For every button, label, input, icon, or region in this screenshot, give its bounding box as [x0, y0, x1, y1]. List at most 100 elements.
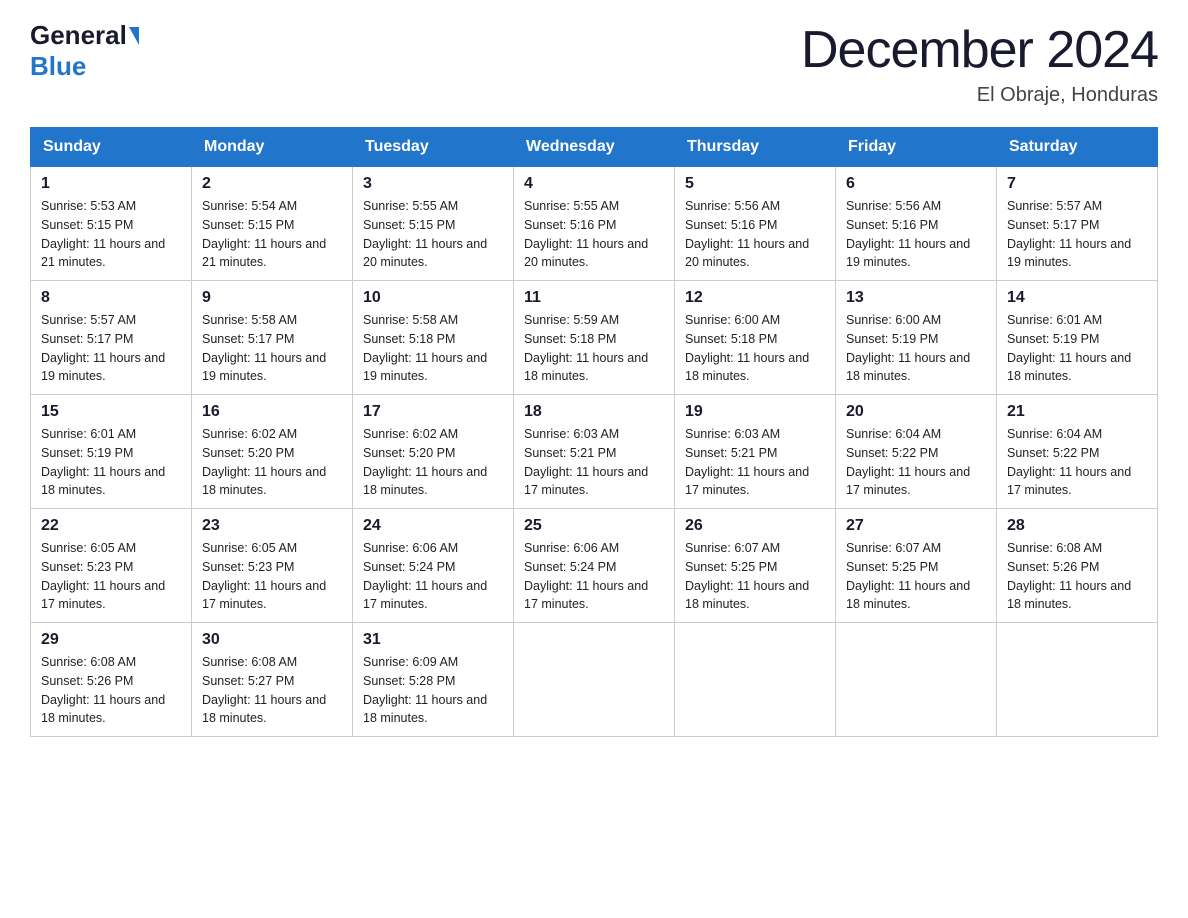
- header: General Blue December 2024 El Obraje, Ho…: [30, 20, 1158, 107]
- day-info: Sunrise: 5:57 AM Sunset: 5:17 PM Dayligh…: [41, 311, 181, 386]
- table-row: 28 Sunrise: 6:08 AM Sunset: 5:26 PM Dayl…: [997, 509, 1158, 623]
- day-number: 25: [524, 517, 664, 535]
- day-info: Sunrise: 6:03 AM Sunset: 5:21 PM Dayligh…: [524, 425, 664, 500]
- day-info: Sunrise: 6:01 AM Sunset: 5:19 PM Dayligh…: [1007, 311, 1147, 386]
- day-number: 8: [41, 289, 181, 307]
- header-saturday: Saturday: [997, 128, 1158, 167]
- calendar-week-row: 1 Sunrise: 5:53 AM Sunset: 5:15 PM Dayli…: [31, 167, 1158, 281]
- day-number: 9: [202, 289, 342, 307]
- day-info: Sunrise: 6:08 AM Sunset: 5:26 PM Dayligh…: [1007, 539, 1147, 614]
- day-info: Sunrise: 5:56 AM Sunset: 5:16 PM Dayligh…: [685, 197, 825, 272]
- logo-general-text: General: [30, 20, 127, 51]
- day-info: Sunrise: 6:04 AM Sunset: 5:22 PM Dayligh…: [846, 425, 986, 500]
- day-number: 23: [202, 517, 342, 535]
- day-info: Sunrise: 5:58 AM Sunset: 5:18 PM Dayligh…: [363, 311, 503, 386]
- day-info: Sunrise: 6:00 AM Sunset: 5:18 PM Dayligh…: [685, 311, 825, 386]
- header-friday: Friday: [836, 128, 997, 167]
- day-info: Sunrise: 6:00 AM Sunset: 5:19 PM Dayligh…: [846, 311, 986, 386]
- table-row: 6 Sunrise: 5:56 AM Sunset: 5:16 PM Dayli…: [836, 167, 997, 281]
- day-info: Sunrise: 6:05 AM Sunset: 5:23 PM Dayligh…: [202, 539, 342, 614]
- day-number: 5: [685, 175, 825, 193]
- header-wednesday: Wednesday: [514, 128, 675, 167]
- day-number: 31: [363, 631, 503, 649]
- logo: General Blue: [30, 20, 139, 82]
- day-info: Sunrise: 6:02 AM Sunset: 5:20 PM Dayligh…: [363, 425, 503, 500]
- table-row: 10 Sunrise: 5:58 AM Sunset: 5:18 PM Dayl…: [353, 281, 514, 395]
- table-row: 27 Sunrise: 6:07 AM Sunset: 5:25 PM Dayl…: [836, 509, 997, 623]
- location-title: El Obraje, Honduras: [801, 84, 1158, 107]
- table-row: 24 Sunrise: 6:06 AM Sunset: 5:24 PM Dayl…: [353, 509, 514, 623]
- day-number: 12: [685, 289, 825, 307]
- day-number: 11: [524, 289, 664, 307]
- table-row: 11 Sunrise: 5:59 AM Sunset: 5:18 PM Dayl…: [514, 281, 675, 395]
- day-number: 6: [846, 175, 986, 193]
- table-row: 23 Sunrise: 6:05 AM Sunset: 5:23 PM Dayl…: [192, 509, 353, 623]
- calendar-week-row: 29 Sunrise: 6:08 AM Sunset: 5:26 PM Dayl…: [31, 623, 1158, 737]
- table-row: 21 Sunrise: 6:04 AM Sunset: 5:22 PM Dayl…: [997, 395, 1158, 509]
- table-row: 4 Sunrise: 5:55 AM Sunset: 5:16 PM Dayli…: [514, 167, 675, 281]
- table-row: [997, 623, 1158, 737]
- day-number: 22: [41, 517, 181, 535]
- table-row: 3 Sunrise: 5:55 AM Sunset: 5:15 PM Dayli…: [353, 167, 514, 281]
- table-row: 29 Sunrise: 6:08 AM Sunset: 5:26 PM Dayl…: [31, 623, 192, 737]
- table-row: 17 Sunrise: 6:02 AM Sunset: 5:20 PM Dayl…: [353, 395, 514, 509]
- day-number: 16: [202, 403, 342, 421]
- table-row: 26 Sunrise: 6:07 AM Sunset: 5:25 PM Dayl…: [675, 509, 836, 623]
- day-number: 20: [846, 403, 986, 421]
- table-row: 30 Sunrise: 6:08 AM Sunset: 5:27 PM Dayl…: [192, 623, 353, 737]
- day-info: Sunrise: 5:53 AM Sunset: 5:15 PM Dayligh…: [41, 197, 181, 272]
- day-info: Sunrise: 6:06 AM Sunset: 5:24 PM Dayligh…: [524, 539, 664, 614]
- day-number: 30: [202, 631, 342, 649]
- day-info: Sunrise: 6:08 AM Sunset: 5:27 PM Dayligh…: [202, 653, 342, 728]
- day-info: Sunrise: 5:54 AM Sunset: 5:15 PM Dayligh…: [202, 197, 342, 272]
- header-sunday: Sunday: [31, 128, 192, 167]
- day-info: Sunrise: 6:01 AM Sunset: 5:19 PM Dayligh…: [41, 425, 181, 500]
- day-number: 27: [846, 517, 986, 535]
- day-info: Sunrise: 5:56 AM Sunset: 5:16 PM Dayligh…: [846, 197, 986, 272]
- day-info: Sunrise: 6:08 AM Sunset: 5:26 PM Dayligh…: [41, 653, 181, 728]
- table-row: 12 Sunrise: 6:00 AM Sunset: 5:18 PM Dayl…: [675, 281, 836, 395]
- day-info: Sunrise: 5:55 AM Sunset: 5:15 PM Dayligh…: [363, 197, 503, 272]
- calendar-header-row: Sunday Monday Tuesday Wednesday Thursday…: [31, 128, 1158, 167]
- day-info: Sunrise: 5:57 AM Sunset: 5:17 PM Dayligh…: [1007, 197, 1147, 272]
- table-row: 1 Sunrise: 5:53 AM Sunset: 5:15 PM Dayli…: [31, 167, 192, 281]
- day-info: Sunrise: 6:04 AM Sunset: 5:22 PM Dayligh…: [1007, 425, 1147, 500]
- day-number: 1: [41, 175, 181, 193]
- table-row: 8 Sunrise: 5:57 AM Sunset: 5:17 PM Dayli…: [31, 281, 192, 395]
- header-monday: Monday: [192, 128, 353, 167]
- table-row: 15 Sunrise: 6:01 AM Sunset: 5:19 PM Dayl…: [31, 395, 192, 509]
- day-number: 10: [363, 289, 503, 307]
- day-number: 3: [363, 175, 503, 193]
- calendar-week-row: 22 Sunrise: 6:05 AM Sunset: 5:23 PM Dayl…: [31, 509, 1158, 623]
- day-number: 28: [1007, 517, 1147, 535]
- day-info: Sunrise: 6:05 AM Sunset: 5:23 PM Dayligh…: [41, 539, 181, 614]
- day-info: Sunrise: 6:02 AM Sunset: 5:20 PM Dayligh…: [202, 425, 342, 500]
- day-number: 24: [363, 517, 503, 535]
- header-tuesday: Tuesday: [353, 128, 514, 167]
- day-number: 15: [41, 403, 181, 421]
- day-info: Sunrise: 6:09 AM Sunset: 5:28 PM Dayligh…: [363, 653, 503, 728]
- table-row: 20 Sunrise: 6:04 AM Sunset: 5:22 PM Dayl…: [836, 395, 997, 509]
- day-info: Sunrise: 6:06 AM Sunset: 5:24 PM Dayligh…: [363, 539, 503, 614]
- calendar-week-row: 8 Sunrise: 5:57 AM Sunset: 5:17 PM Dayli…: [31, 281, 1158, 395]
- day-number: 2: [202, 175, 342, 193]
- table-row: [836, 623, 997, 737]
- day-number: 4: [524, 175, 664, 193]
- day-number: 7: [1007, 175, 1147, 193]
- day-number: 21: [1007, 403, 1147, 421]
- table-row: 7 Sunrise: 5:57 AM Sunset: 5:17 PM Dayli…: [997, 167, 1158, 281]
- day-info: Sunrise: 5:58 AM Sunset: 5:17 PM Dayligh…: [202, 311, 342, 386]
- day-info: Sunrise: 6:07 AM Sunset: 5:25 PM Dayligh…: [685, 539, 825, 614]
- day-number: 26: [685, 517, 825, 535]
- day-number: 13: [846, 289, 986, 307]
- day-info: Sunrise: 5:55 AM Sunset: 5:16 PM Dayligh…: [524, 197, 664, 272]
- logo-triangle-icon: [129, 27, 139, 45]
- calendar-week-row: 15 Sunrise: 6:01 AM Sunset: 5:19 PM Dayl…: [31, 395, 1158, 509]
- table-row: 25 Sunrise: 6:06 AM Sunset: 5:24 PM Dayl…: [514, 509, 675, 623]
- table-row: 19 Sunrise: 6:03 AM Sunset: 5:21 PM Dayl…: [675, 395, 836, 509]
- day-number: 29: [41, 631, 181, 649]
- month-title: December 2024: [801, 20, 1158, 80]
- table-row: 31 Sunrise: 6:09 AM Sunset: 5:28 PM Dayl…: [353, 623, 514, 737]
- day-number: 19: [685, 403, 825, 421]
- day-info: Sunrise: 5:59 AM Sunset: 5:18 PM Dayligh…: [524, 311, 664, 386]
